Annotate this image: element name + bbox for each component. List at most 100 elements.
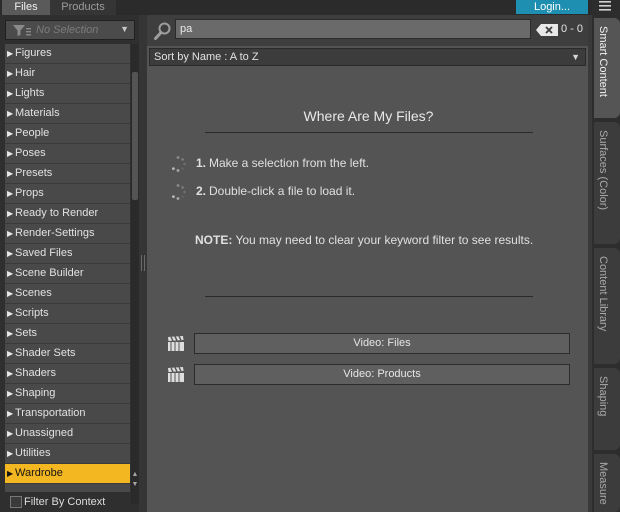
folder-item-label: Presets [15,167,53,179]
scrollbar-thumb[interactable] [132,72,138,200]
divider [205,132,533,133]
expand-triangle-icon[interactable]: ▶ [7,324,15,343]
hamburger-menu-icon[interactable] [598,0,612,15]
folder-item-label: Materials [15,107,60,119]
scroll-up-icon[interactable]: ▲ [131,471,139,478]
expand-triangle-icon[interactable]: ▶ [7,444,15,463]
expand-triangle-icon[interactable]: ▶ [7,244,15,263]
expand-triangle-icon[interactable]: ▶ [7,64,15,83]
expand-triangle-icon[interactable]: ▶ [7,424,15,443]
side-tab-bar: Smart Content Surfaces (Color) Content L… [592,0,620,512]
tab-measure[interactable]: Measure [594,454,620,512]
loading-spinner-icon [169,155,187,176]
folder-item-label: Sets [15,327,38,339]
folder-item-label: Wardrobe [15,467,63,479]
expand-triangle-icon[interactable]: ▶ [7,364,15,383]
panel-splitter[interactable] [139,15,147,512]
folder-item-utilities[interactable]: ▶ Utilities [5,444,130,464]
folder-item-scripts[interactable]: ▶ Scripts [5,304,130,324]
folder-list-scrollbar[interactable] [131,44,139,504]
clear-search-icon[interactable] [536,24,558,39]
folder-item-scenes[interactable]: ▶ Scenes [5,284,130,304]
folder-item-wardrobe[interactable]: ▶ Wardrobe [5,464,130,484]
folder-item-hair[interactable]: ▶ Hair [5,64,130,84]
tab-surfaces[interactable]: Surfaces (Color) [594,122,620,244]
video-clapper-icon [167,366,185,386]
chevron-down-icon: ▼ [571,52,580,62]
folder-item-unassigned[interactable]: ▶ Unassigned [5,424,130,444]
folder-list: ▶ Figures ▶ Hair ▶ Lights ▶ Materials ▶ People ▶ Po… [5,44,130,492]
search-icon[interactable] [153,21,173,44]
tab-content-library[interactable]: Content Library [594,248,620,364]
expand-triangle-icon[interactable]: ▶ [7,224,15,243]
folder-item-label: Shaping [15,387,56,399]
loading-spinner-icon [169,183,187,204]
expand-triangle-icon[interactable]: ▶ [7,124,15,143]
expand-triangle-icon[interactable]: ▶ [7,384,15,403]
sort-dropdown[interactable]: Sort by Name : A to Z ▼ [149,48,586,66]
top-tab-bar: Files Products Login... [0,0,592,15]
note-label: NOTE: [195,233,233,247]
video-clapper-icon [167,335,185,355]
folder-item-saved-files[interactable]: ▶ Saved Files [5,244,130,264]
folder-item-render-settings[interactable]: ▶ Render-Settings [5,224,130,244]
folder-item-label: Render-Settings [15,227,95,239]
folder-item-label: Utilities [15,447,51,459]
folder-item-transportation[interactable]: ▶ Transportation [5,404,130,424]
folder-item-props[interactable]: ▶ Props [5,184,130,204]
folder-item-lights[interactable]: ▶ Lights [5,84,130,104]
search-input[interactable] [175,19,531,39]
expand-triangle-icon[interactable]: ▶ [7,344,15,363]
folder-item-shaping[interactable]: ▶ Shaping [5,384,130,404]
folder-item-label: Transportation [15,407,86,419]
folder-item-scene-builder[interactable]: ▶ Scene Builder [5,264,130,284]
expand-triangle-icon[interactable]: ▶ [7,404,15,423]
folder-item-label: People [15,127,50,139]
note-text: You may need to clear your keyword filte… [232,233,534,247]
expand-triangle-icon[interactable]: ▶ [7,104,15,123]
folder-item-figures[interactable]: ▶ Figures [5,44,130,64]
video-products-button[interactable]: Video: Products [194,364,570,385]
folder-item-partial [5,484,130,492]
folder-item-label: Poses [15,147,46,159]
folder-item-shaders[interactable]: ▶ Shaders [5,364,130,384]
expand-triangle-icon[interactable]: ▶ [7,204,15,223]
expand-triangle-icon[interactable]: ▶ [7,164,15,183]
folder-item-label: Shader Sets [15,347,76,359]
expand-triangle-icon[interactable]: ▶ [7,284,15,303]
folder-item-label: Scene Builder [15,267,84,279]
folder-item-people[interactable]: ▶ People [5,124,130,144]
folder-item-shader-sets[interactable]: ▶ Shader Sets [5,344,130,364]
expand-triangle-icon[interactable]: ▶ [7,144,15,163]
folder-item-sets[interactable]: ▶ Sets [5,324,130,344]
expand-triangle-icon[interactable]: ▶ [7,84,15,103]
folder-item-label: Ready to Render [15,207,99,219]
tab-shaping[interactable]: Shaping [594,368,620,450]
expand-triangle-icon[interactable]: ▶ [7,264,15,283]
expand-triangle-icon[interactable]: ▶ [7,184,15,203]
expand-triangle-icon[interactable]: ▶ [7,464,15,483]
scroll-down-icon[interactable]: ▼ [131,481,139,488]
filter-by-context-label: Filter By Context [24,496,106,508]
video-files-button[interactable]: Video: Files [194,333,570,354]
splitter-grip-icon[interactable] [141,255,145,271]
expand-triangle-icon[interactable]: ▶ [7,44,15,63]
folder-item-materials[interactable]: ▶ Materials [5,104,130,124]
help-title: Where Are My Files? [303,108,434,124]
tab-products[interactable]: Products [50,0,116,15]
expand-triangle-icon[interactable]: ▶ [7,304,15,323]
filter-by-context-checkbox[interactable] [10,496,22,508]
folder-item-ready-to-render[interactable]: ▶ Ready to Render [5,204,130,224]
login-button[interactable]: Login... [516,0,588,14]
folder-item-label: Figures [15,47,52,59]
selection-dropdown[interactable]: No Selection ▼ [5,20,135,40]
search-bar: 0 - 0 [147,15,588,46]
tab-smart-content[interactable]: Smart Content [594,18,620,118]
folder-item-label: Scenes [15,287,52,299]
folder-item-poses[interactable]: ▶ Poses [5,144,130,164]
folder-item-label: Scripts [15,307,49,319]
folder-item-presets[interactable]: ▶ Presets [5,164,130,184]
files-main-panel: 0 - 0 Sort by Name : A to Z ▼ Where Are … [147,15,588,512]
folder-item-label: Lights [15,87,45,99]
tab-files[interactable]: Files [2,0,50,15]
